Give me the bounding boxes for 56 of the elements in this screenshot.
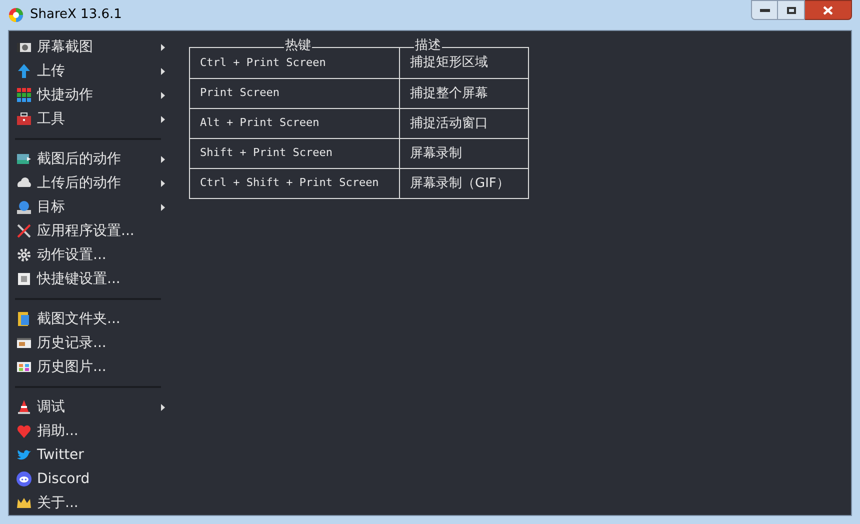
menu-item[interactable]: 历史图片... bbox=[9, 355, 167, 379]
menu-item[interactable]: 关于... bbox=[9, 491, 167, 515]
grid-icon bbox=[16, 87, 32, 103]
app-logo-icon bbox=[8, 7, 24, 23]
description-cell-text: 屏幕录制（GIF） bbox=[409, 174, 510, 193]
hotkey-cell: Shift + Print Screen bbox=[190, 139, 400, 168]
chat-bubble-icon bbox=[16, 471, 32, 487]
column-header: 描述 bbox=[414, 38, 442, 54]
submenu-arrow-icon bbox=[161, 44, 165, 50]
close-icon bbox=[823, 6, 833, 14]
gear-icon bbox=[16, 247, 32, 263]
image-gallery-icon bbox=[16, 359, 32, 375]
description-cell-text: 捕捉活动窗口 bbox=[409, 114, 489, 133]
history-list-icon bbox=[16, 335, 32, 351]
menu-item[interactable]: 快捷键设置... bbox=[9, 267, 167, 291]
hotkey-cell: Ctrl + Shift + Print Screen bbox=[190, 169, 400, 198]
close-button[interactable] bbox=[805, 0, 852, 20]
submenu-arrow-icon bbox=[161, 68, 165, 74]
menu-item[interactable]: 上传后的动作 bbox=[9, 171, 167, 195]
keyboard-key-icon bbox=[16, 271, 32, 287]
description-cell-text: 捕捉整个屏幕 bbox=[409, 84, 489, 103]
menu-item[interactable]: 工具 bbox=[9, 107, 167, 131]
menu-item[interactable]: 历史记录... bbox=[9, 331, 167, 355]
menu-item[interactable]: 截图后的动作 bbox=[9, 147, 167, 171]
traffic-cone-icon bbox=[16, 399, 32, 415]
menu-item[interactable]: 上传 bbox=[9, 59, 167, 83]
folder-icon bbox=[16, 311, 32, 327]
heart-icon bbox=[16, 423, 32, 439]
globe-tray-icon bbox=[16, 199, 32, 215]
wrench-screwdriver-icon bbox=[16, 223, 32, 239]
submenu-arrow-icon bbox=[161, 404, 165, 410]
menu-item[interactable]: 快捷动作 bbox=[9, 83, 167, 107]
menu-item[interactable]: 屏幕截图 bbox=[9, 35, 167, 59]
menu-item[interactable]: 调试 bbox=[9, 395, 167, 419]
minimize-button[interactable] bbox=[751, 0, 778, 20]
menu-item[interactable]: Twitter bbox=[9, 443, 167, 467]
submenu-arrow-icon bbox=[161, 204, 165, 210]
menu-item[interactable]: 目标 bbox=[9, 195, 167, 219]
toolbox-icon bbox=[16, 111, 32, 127]
up-arrow-icon bbox=[16, 63, 32, 79]
description-cell-text: 捕捉矩形区域 bbox=[409, 54, 489, 72]
image-export-icon bbox=[16, 151, 32, 167]
window-title: ShareX 13.6.1 bbox=[30, 6, 122, 24]
hotkey-cell: Alt + Print Screen bbox=[190, 109, 400, 138]
menu-item[interactable]: 应用程序设置... bbox=[9, 219, 167, 243]
menu-item[interactable]: 动作设置... bbox=[9, 243, 167, 267]
menu-item[interactable]: 截图文件夹... bbox=[9, 307, 167, 331]
submenu-arrow-icon bbox=[161, 156, 165, 162]
submenu-arrow-icon bbox=[161, 92, 165, 98]
maximize-button[interactable] bbox=[778, 0, 805, 20]
hotkey-cell: Print Screen bbox=[190, 79, 400, 108]
submenu-arrow-icon bbox=[161, 116, 165, 122]
menu-item[interactable]: 捐助... bbox=[9, 419, 167, 443]
description-cell-text: 屏幕录制 bbox=[409, 144, 463, 163]
menu-item[interactable]: Discord bbox=[9, 467, 167, 491]
submenu-arrow-icon bbox=[161, 180, 165, 186]
